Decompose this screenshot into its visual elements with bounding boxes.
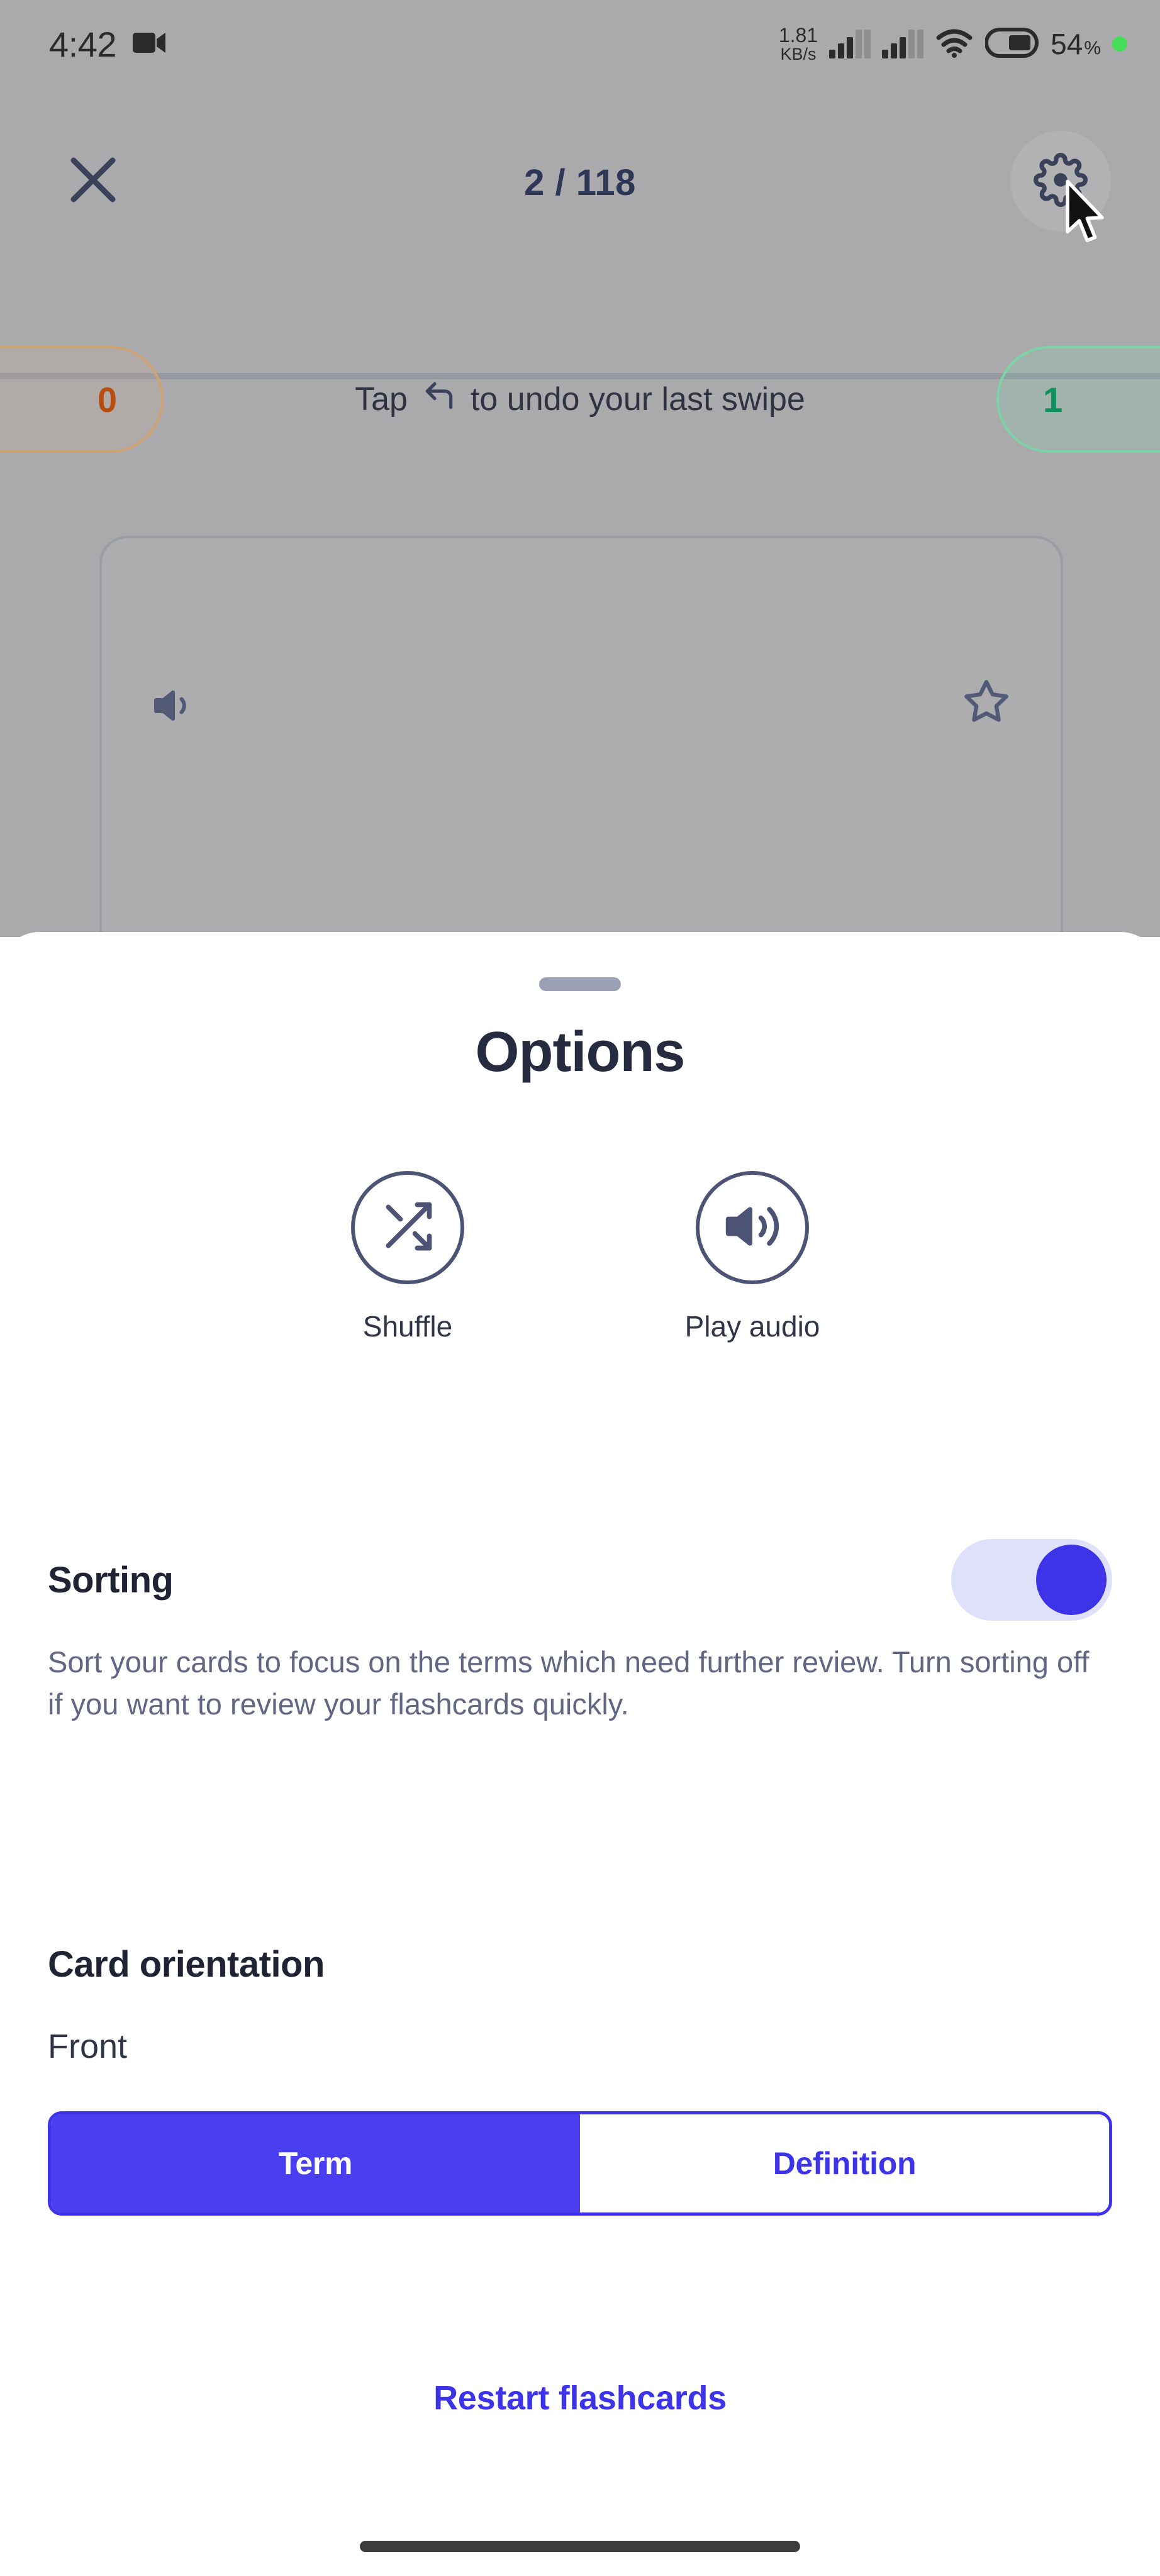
card-orientation-segmented-control: Term Definition bbox=[48, 2111, 1112, 2216]
sorting-header: Sorting bbox=[48, 1536, 1112, 1624]
sheet-title: Options bbox=[475, 1021, 686, 1084]
shuffle-action[interactable]: Shuffle bbox=[313, 1171, 502, 1343]
top-app-bar: 2 / 118 bbox=[0, 94, 1160, 379]
sheet-drag-handle[interactable] bbox=[539, 977, 621, 991]
status-bar-left: 4:42 bbox=[49, 24, 167, 65]
sorting-toggle[interactable] bbox=[951, 1539, 1112, 1621]
play-audio-button[interactable] bbox=[696, 1171, 809, 1284]
speaker-icon bbox=[723, 1197, 781, 1258]
segment-term[interactable]: Term bbox=[51, 2114, 580, 2212]
star-outline-icon[interactable] bbox=[962, 678, 1010, 729]
recording-dot-icon bbox=[1112, 36, 1127, 52]
sorting-description: Sort your cards to focus on the terms wh… bbox=[48, 1645, 1090, 1721]
card-orientation-title: Card orientation bbox=[48, 1944, 325, 1985]
sorting-toggle-knob bbox=[1036, 1545, 1107, 1615]
flashcard[interactable] bbox=[99, 536, 1063, 937]
network-speed-unit: KB/s bbox=[780, 44, 817, 64]
shuffle-icon bbox=[379, 1197, 437, 1258]
wifi-icon bbox=[935, 28, 974, 61]
close-icon bbox=[67, 154, 119, 209]
status-clock: 4:42 bbox=[49, 24, 117, 64]
sorting-section: Sorting Sort your cards to focus on the … bbox=[48, 1536, 1112, 1725]
card-orientation-section: Card orientation Front Term Definition bbox=[48, 1943, 1112, 2216]
segment-definition[interactable]: Definition bbox=[580, 2114, 1109, 2212]
network-speed-value: 1.81 bbox=[778, 23, 818, 47]
phone-screen: 4:42 1.81 KB/s 54 % 2 / 118 0 1 Tap to u… bbox=[0, 0, 1160, 2576]
gear-icon bbox=[1034, 152, 1088, 210]
shuffle-label: Shuffle bbox=[362, 1310, 453, 1343]
home-gesture-bar[interactable] bbox=[360, 2541, 800, 2552]
app-backdrop: 4:42 1.81 KB/s 54 % 2 / 118 0 1 Tap to u… bbox=[0, 0, 1160, 937]
battery-percent-symbol: % bbox=[1084, 38, 1101, 58]
video-camera-icon bbox=[133, 30, 167, 58]
quick-actions-row: Shuffle Play audio bbox=[0, 1171, 1160, 1343]
shuffle-button[interactable] bbox=[351, 1171, 464, 1284]
battery-percent: 54% bbox=[1051, 27, 1101, 61]
card-counter: 2 / 118 bbox=[524, 162, 636, 203]
undo-hint[interactable]: Tap to undo your last swipe bbox=[0, 340, 1160, 459]
battery-percent-value: 54 bbox=[1051, 28, 1083, 60]
undo-hint-suffix: to undo your last swipe bbox=[470, 381, 805, 418]
options-bottom-sheet: Options Shuffle Play audio Sorting Sort … bbox=[0, 932, 1160, 2576]
cellular-signal-icon-2 bbox=[882, 30, 924, 58]
sorting-title: Sorting bbox=[48, 1559, 174, 1601]
play-audio-action[interactable]: Play audio bbox=[658, 1171, 847, 1343]
restart-flashcards-button[interactable]: Restart flashcards bbox=[0, 2379, 1160, 2418]
play-audio-label: Play audio bbox=[684, 1310, 820, 1343]
status-bar: 4:42 1.81 KB/s 54 % bbox=[0, 0, 1160, 88]
cellular-signal-icon bbox=[829, 30, 871, 58]
network-speed-indicator: 1.81 KB/s bbox=[779, 25, 818, 63]
settings-button[interactable] bbox=[1010, 131, 1111, 231]
undo-arrow-icon bbox=[421, 378, 457, 421]
speaker-icon[interactable] bbox=[152, 683, 198, 731]
card-orientation-value: Front bbox=[48, 2028, 128, 2065]
close-button[interactable] bbox=[49, 137, 137, 225]
progress-row: 0 1 Tap to undo your last swipe bbox=[0, 340, 1160, 459]
status-bar-right: 1.81 KB/s 54 % bbox=[779, 25, 1127, 63]
battery-icon bbox=[984, 27, 1039, 61]
undo-hint-prefix: Tap bbox=[355, 381, 408, 418]
